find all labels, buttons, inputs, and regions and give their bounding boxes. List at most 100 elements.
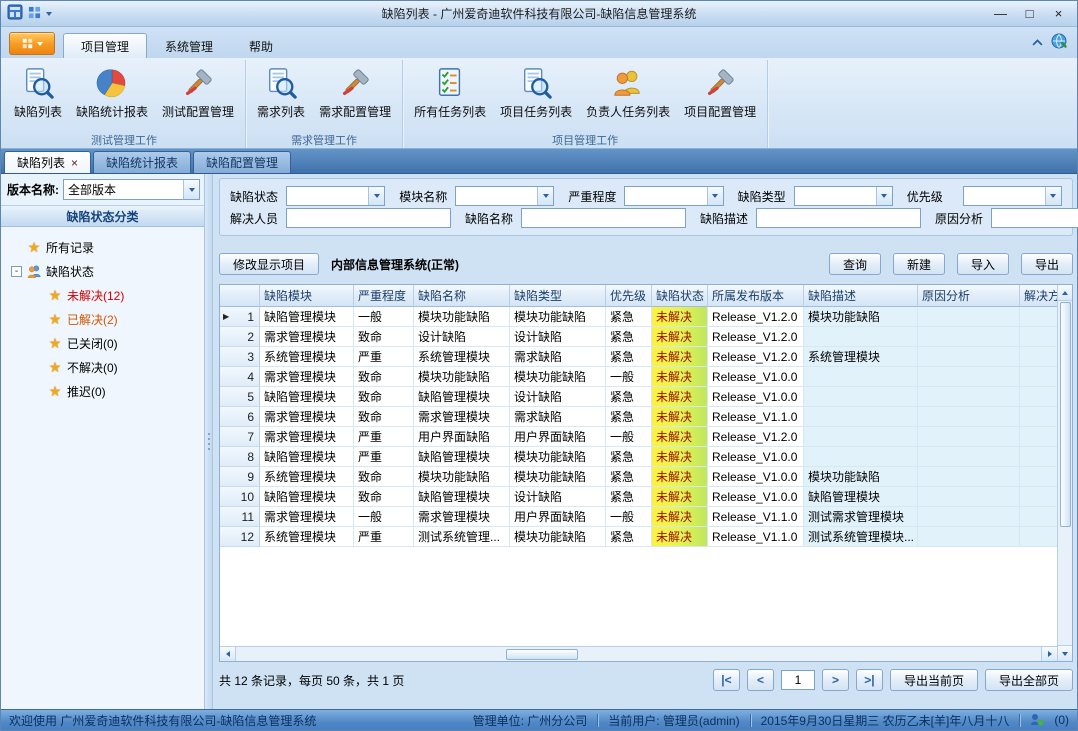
filter-input-3[interactable] bbox=[991, 208, 1078, 228]
export-button[interactable]: 导出 bbox=[1021, 253, 1073, 275]
horizontal-scrollbar[interactable] bbox=[220, 646, 1057, 661]
chevron-down-icon[interactable] bbox=[1045, 187, 1061, 205]
tree-item[interactable]: ★已解决(2) bbox=[1, 307, 204, 331]
ribbon-button[interactable]: 负责人任务列表 bbox=[579, 62, 677, 122]
ribbon-button[interactable]: 所有任务列表 bbox=[407, 62, 493, 122]
column-header[interactable]: 严重程度 bbox=[354, 285, 414, 307]
chevron-down-icon[interactable] bbox=[537, 187, 553, 205]
filter-input-0[interactable] bbox=[286, 208, 451, 228]
filter-input-2[interactable] bbox=[756, 208, 921, 228]
prev-page-button[interactable]: < bbox=[747, 669, 774, 691]
vertical-scrollbar[interactable] bbox=[1057, 285, 1072, 661]
table-row[interactable]: ▶1缺陷管理模块一般模块功能缺陷模块功能缺陷紧急未解决Release_V1.2.… bbox=[220, 307, 1057, 327]
chevron-down-icon[interactable] bbox=[183, 180, 199, 199]
table-row[interactable]: 7需求管理模块严重用户界面缺陷用户界面缺陷一般未解决Release_V1.2.0 bbox=[220, 427, 1057, 447]
close-button[interactable]: × bbox=[1044, 4, 1073, 24]
column-header[interactable]: 优先级 bbox=[606, 285, 652, 307]
collapse-ribbon-icon[interactable] bbox=[1032, 36, 1043, 50]
export-all-pages-button[interactable]: 导出全部页 bbox=[985, 669, 1073, 691]
chevron-down-icon[interactable] bbox=[876, 187, 892, 205]
table-row[interactable]: 12系统管理模块严重测试系统管理...模块功能缺陷紧急未解决Release_V1… bbox=[220, 527, 1057, 547]
filter-combo-value bbox=[287, 187, 368, 205]
query-button[interactable]: 查询 bbox=[829, 253, 881, 275]
filter-label: 缺陷描述 bbox=[700, 210, 756, 227]
column-header[interactable]: 缺陷名称 bbox=[414, 285, 510, 307]
application-menu-button[interactable] bbox=[9, 32, 55, 55]
filter-combo-1[interactable] bbox=[455, 186, 554, 206]
column-header[interactable]: 缺陷状态 bbox=[652, 285, 708, 307]
tree-item[interactable]: -缺陷状态 bbox=[1, 259, 204, 283]
tree-item-label: 推迟(0) bbox=[67, 383, 106, 400]
table-row[interactable]: 4需求管理模块致命模块功能缺陷模块功能缺陷一般未解决Release_V1.0.0 bbox=[220, 367, 1057, 387]
table-row[interactable]: 9系统管理模块致命模块功能缺陷模块功能缺陷紧急未解决Release_V1.0.0… bbox=[220, 467, 1057, 487]
maximize-button[interactable]: □ bbox=[1015, 4, 1044, 24]
table-empty-area bbox=[220, 547, 1057, 646]
table-row[interactable]: 8缺陷管理模块严重缺陷管理模块模块功能缺陷紧急未解决Release_V1.0.0 bbox=[220, 447, 1057, 467]
tree-item[interactable]: ★未解决(12) bbox=[1, 283, 204, 307]
page-number-input[interactable] bbox=[781, 670, 815, 690]
filter-combo-0[interactable] bbox=[286, 186, 385, 206]
filter-combo-4[interactable] bbox=[963, 186, 1062, 206]
last-page-button[interactable]: >| bbox=[856, 669, 883, 691]
table-row[interactable]: 2需求管理模块致命设计缺陷设计缺陷紧急未解决Release_V1.2.0 bbox=[220, 327, 1057, 347]
horizontal-scroll-track[interactable] bbox=[236, 649, 1041, 660]
scroll-down-icon[interactable] bbox=[1058, 645, 1072, 661]
filter-input-1[interactable] bbox=[521, 208, 686, 228]
table-row[interactable]: 3系统管理模块严重系统管理模块需求缺陷紧急未解决Release_V1.2.0系统… bbox=[220, 347, 1057, 367]
table-row[interactable]: 6需求管理模块致命需求管理模块需求缺陷紧急未解决Release_V1.1.0 bbox=[220, 407, 1057, 427]
app-icon[interactable] bbox=[7, 4, 23, 23]
close-tab-icon[interactable]: × bbox=[71, 157, 78, 169]
tree-item[interactable]: ★所有记录 bbox=[1, 235, 204, 259]
column-header[interactable]: 所属发布版本 bbox=[708, 285, 804, 307]
table-row[interactable]: 11需求管理模块一般需求管理模块用户界面缺陷一般未解决Release_V1.1.… bbox=[220, 507, 1057, 527]
ribbon-button[interactable]: 缺陷列表 bbox=[7, 62, 69, 122]
ribbon-button[interactable]: 缺陷统计报表 bbox=[69, 62, 155, 122]
column-header[interactable]: 缺陷描述 bbox=[804, 285, 918, 307]
export-current-page-button[interactable]: 导出当前页 bbox=[890, 669, 978, 691]
ribbon-tab-1[interactable]: 系统管理 bbox=[147, 33, 231, 58]
ribbon-tab-2[interactable]: 帮助 bbox=[231, 33, 291, 58]
ribbon-button[interactable]: 项目任务列表 bbox=[493, 62, 579, 122]
modify-display-button[interactable]: 修改显示项目 bbox=[219, 253, 319, 275]
table-row[interactable]: 10缺陷管理模块致命缺陷管理模块设计缺陷紧急未解决Release_V1.0.0缺… bbox=[220, 487, 1057, 507]
vertical-scroll-thumb[interactable] bbox=[1060, 302, 1071, 527]
scroll-left-icon[interactable] bbox=[220, 647, 236, 661]
column-header[interactable]: 原因分析 bbox=[918, 285, 1020, 307]
column-header[interactable]: 缺陷模块 bbox=[260, 285, 354, 307]
column-header[interactable]: 缺陷类型 bbox=[510, 285, 606, 307]
quick-access-dropdown-icon[interactable] bbox=[46, 12, 52, 16]
expand-toggle-icon[interactable]: - bbox=[11, 266, 22, 277]
cell: 缺陷管理模块 bbox=[804, 487, 918, 507]
ribbon-button[interactable]: 需求列表 bbox=[250, 62, 312, 122]
next-page-button[interactable]: > bbox=[822, 669, 849, 691]
version-select[interactable]: 全部版本 bbox=[63, 179, 200, 200]
help-icon[interactable] bbox=[1051, 33, 1067, 52]
ribbon-button[interactable]: 测试配置管理 bbox=[155, 62, 241, 122]
ribbon-button[interactable]: 项目配置管理 bbox=[677, 62, 763, 122]
sidebar-splitter[interactable] bbox=[205, 174, 213, 709]
doc-tab-2[interactable]: 缺陷配置管理 bbox=[193, 151, 291, 173]
tree-item[interactable]: ★推迟(0) bbox=[1, 379, 204, 403]
doc-tab-1[interactable]: 缺陷统计报表 bbox=[93, 151, 191, 173]
doc-tab-0[interactable]: 缺陷列表× bbox=[4, 151, 91, 173]
scroll-up-icon[interactable] bbox=[1058, 285, 1072, 301]
minimize-button[interactable]: — bbox=[986, 4, 1015, 24]
cell: 模块功能缺陷 bbox=[510, 307, 606, 327]
first-page-button[interactable]: |< bbox=[713, 669, 740, 691]
table-row[interactable]: 5缺陷管理模块致命缺陷管理模块设计缺陷紧急未解决Release_V1.0.0 bbox=[220, 387, 1057, 407]
scroll-right-icon[interactable] bbox=[1041, 647, 1057, 661]
new-button[interactable]: 新建 bbox=[893, 253, 945, 275]
column-header[interactable]: 解决方法 bbox=[1020, 285, 1057, 307]
chevron-down-icon[interactable] bbox=[368, 187, 384, 205]
ribbon-tab-0[interactable]: 项目管理 bbox=[63, 33, 147, 58]
quick-access-grid-icon[interactable] bbox=[28, 6, 41, 22]
vertical-scroll-track[interactable] bbox=[1058, 301, 1072, 645]
horizontal-scroll-thumb[interactable] bbox=[506, 649, 578, 660]
import-button[interactable]: 导入 bbox=[957, 253, 1009, 275]
ribbon-button[interactable]: 需求配置管理 bbox=[312, 62, 398, 122]
filter-combo-3[interactable] bbox=[794, 186, 893, 206]
chevron-down-icon[interactable] bbox=[707, 187, 723, 205]
tree-item[interactable]: ★已关闭(0) bbox=[1, 331, 204, 355]
tree-item[interactable]: ★不解决(0) bbox=[1, 355, 204, 379]
filter-combo-2[interactable] bbox=[624, 186, 723, 206]
